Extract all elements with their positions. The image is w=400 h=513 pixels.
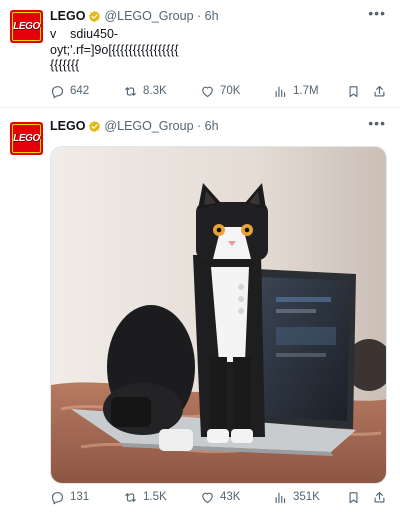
bookmark-button[interactable]: [346, 490, 361, 505]
like-button[interactable]: 43K: [200, 490, 240, 505]
retweet-button[interactable]: 8.3K: [123, 84, 167, 99]
views-icon: [275, 86, 286, 97]
like-icon: [202, 86, 213, 97]
more-icon[interactable]: •••: [368, 116, 386, 130]
author-name[interactable]: LEGO: [50, 9, 85, 23]
tweet-actions: 642 8.3K 70K 1.7M: [50, 82, 386, 100]
reply-button[interactable]: 642: [50, 84, 89, 99]
views-count: 351K: [293, 491, 320, 503]
tweet-actions: 131 1.5K 43K 351K: [50, 488, 386, 506]
views-button[interactable]: 1.7M: [273, 84, 319, 99]
like-icon: [202, 492, 213, 503]
avatar[interactable]: LEGO: [10, 122, 43, 155]
retweet-icon: [125, 86, 136, 96]
share-icon: [374, 85, 385, 96]
author-handle[interactable]: @LEGO_Group: [104, 119, 193, 133]
verified-badge-icon: [89, 10, 101, 22]
retweet-count: 8.3K: [143, 85, 167, 97]
verified-badge-icon: [89, 120, 101, 132]
views-icon: [275, 492, 286, 503]
tweet-text: v sdiu450- oyt;'.rf=]9o[{{{{{{{{{{{{{{{{…: [50, 27, 179, 72]
share-icon: [374, 491, 385, 502]
tweet[interactable]: LEGO LEGO @LEGO_Group · 6h ••• 131 1.5K …: [0, 108, 400, 513]
photo-lego-cat: [51, 147, 386, 483]
share-button[interactable]: [372, 84, 387, 99]
retweet-icon: [125, 492, 136, 502]
tweet-header: LEGO @LEGO_Group · 6h: [50, 9, 219, 23]
reply-icon: [51, 85, 64, 99]
retweet-button[interactable]: 1.5K: [123, 490, 167, 505]
tweet[interactable]: LEGO LEGO @LEGO_Group · 6h ••• v sdiu450…: [0, 0, 400, 108]
views-count: 1.7M: [293, 85, 319, 97]
author-handle[interactable]: @LEGO_Group: [104, 9, 193, 23]
reply-icon: [51, 491, 64, 505]
share-button[interactable]: [372, 490, 387, 505]
bookmark-button[interactable]: [346, 84, 361, 99]
more-icon[interactable]: •••: [368, 6, 386, 20]
reply-count: 131: [70, 491, 90, 503]
like-count: 43K: [220, 491, 241, 503]
tweet-header: LEGO @LEGO_Group · 6h: [50, 119, 219, 133]
lego-logo: LEGO: [12, 124, 41, 153]
views-button[interactable]: 351K: [273, 490, 320, 505]
timestamp[interactable]: 6h: [205, 9, 219, 23]
timestamp[interactable]: 6h: [205, 119, 219, 133]
author-name[interactable]: LEGO: [50, 119, 85, 133]
bookmark-icon: [349, 491, 358, 503]
reply-count: 642: [70, 85, 90, 97]
tweet-image[interactable]: [50, 146, 387, 484]
lego-logo: LEGO: [12, 12, 41, 41]
like-button[interactable]: 70K: [200, 84, 240, 99]
bookmark-icon: [349, 85, 358, 97]
avatar[interactable]: LEGO: [10, 10, 43, 43]
like-count: 70K: [220, 85, 241, 97]
reply-button[interactable]: 131: [50, 490, 89, 505]
retweet-count: 1.5K: [143, 491, 167, 503]
